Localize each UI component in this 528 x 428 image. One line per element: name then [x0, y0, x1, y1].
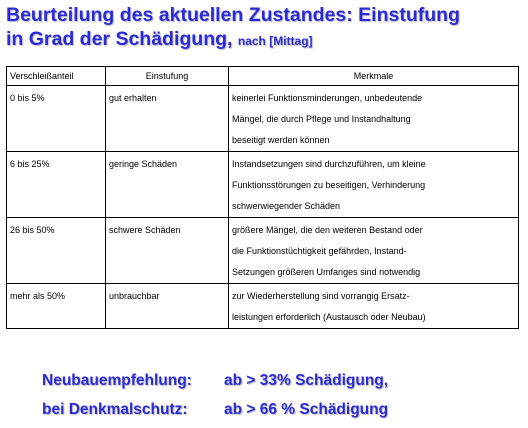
cell-anteil: 0 bis 5% [6, 85, 106, 152]
assessment-table: Verschleißanteil Einstufung Merkmale 0 b… [6, 66, 519, 329]
merkmale-line: größere Mängel, die den weiteren Bestand… [232, 225, 423, 235]
title-line-2-main: in Grad der Schädigung, [6, 28, 233, 50]
title-source: nach [Mittag] [237, 34, 313, 48]
merkmale-line: schwerwiegender Schäden [232, 201, 341, 211]
table-row: 6 bis 25% geringe Schäden Instandsetzung… [6, 151, 519, 218]
slide: Beurteilung des aktuellen Zustandes: Ein… [0, 0, 528, 428]
recommendation-neubau: Neubauempfehlung: ab > 33% Schädigung, [42, 372, 522, 390]
merkmale-line: beseitigt werden können [232, 135, 330, 145]
cell-anteil: mehr als 50% [6, 283, 106, 329]
recommendation-value: ab > 66 % Schädigung [224, 401, 389, 418]
merkmale-line: zur Wiederherstellung sind vorrangig Ers… [232, 291, 410, 301]
header-einstufung: Einstufung [105, 66, 229, 86]
cell-anteil: 26 bis 50% [6, 217, 106, 284]
recommendation-denkmalschutz: bei Denkmalschutz: ab > 66 % Schädigung [42, 401, 522, 419]
table-row: 26 bis 50% schwere Schäden größere Mänge… [6, 217, 519, 284]
cell-merkmale: zur Wiederherstellung sind vorrangig Ers… [228, 283, 519, 329]
cell-einstufung: geringe Schäden [105, 151, 229, 218]
merkmale-line: Mängel, die durch Pflege und Instandhalt… [232, 114, 411, 124]
merkmale-line: die Funktionstüchtigkeit gefährden, Inst… [232, 246, 407, 256]
header-verschleissanteil: Verschleißanteil [6, 66, 106, 86]
slide-title: Beurteilung des aktuellen Zustandes: Ein… [6, 3, 526, 53]
cell-einstufung: gut erhalten [105, 85, 229, 152]
table-row: mehr als 50% unbrauchbar zur Wiederherst… [6, 283, 519, 329]
recommendation-label: Neubauempfehlung: [42, 372, 192, 389]
merkmale-line: Funktionsstörungen zu beseitigen, Verhin… [232, 180, 426, 190]
cell-merkmale: größere Mängel, die den weiteren Bestand… [228, 217, 519, 284]
merkmale-line: Instandsetzungen sind durchzuführen, um … [232, 159, 426, 169]
table-header-row: Verschleißanteil Einstufung Merkmale [6, 66, 519, 86]
title-line-1: Beurteilung des aktuellen Zustandes: Ein… [6, 4, 460, 26]
title-line-2: in Grad der Schädigung, nach [Mittag] [6, 27, 526, 53]
merkmale-line: leistungen erforderlich (Austausch oder … [232, 312, 426, 322]
merkmale-line: Setzungen größeren Umfanges sind notwend… [232, 267, 421, 277]
cell-anteil: 6 bis 25% [6, 151, 106, 218]
cell-einstufung: schwere Schäden [105, 217, 229, 284]
header-merkmale: Merkmale [228, 66, 519, 86]
cell-einstufung: unbrauchbar [105, 283, 229, 329]
merkmale-line: keinerlei Funktionsminderungen, unbedeut… [232, 93, 423, 103]
cell-merkmale: keinerlei Funktionsminderungen, unbedeut… [228, 85, 519, 152]
recommendation-label: bei Denkmalschutz: [42, 401, 188, 418]
table-row: 0 bis 5% gut erhalten keinerlei Funktion… [6, 85, 519, 152]
cell-merkmale: Instandsetzungen sind durchzuführen, um … [228, 151, 519, 218]
recommendation-value: ab > 33% Schädigung, [224, 372, 389, 389]
